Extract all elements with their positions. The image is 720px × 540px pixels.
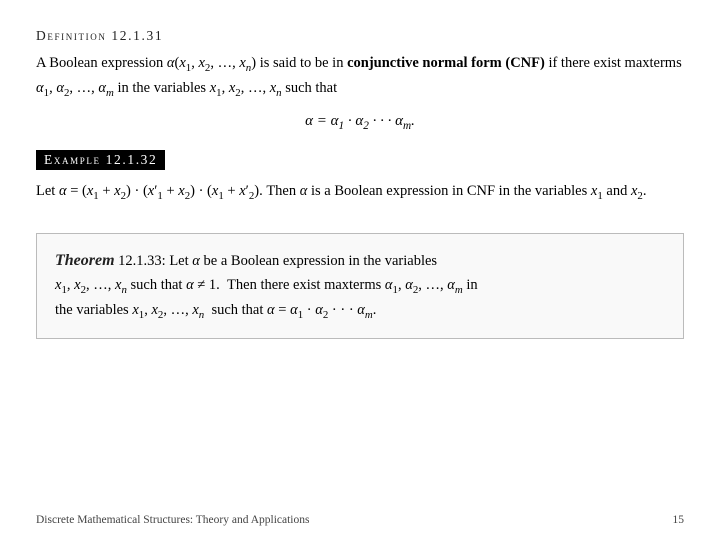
example-body: Let α = (x1 + x2) · (x′1 + x2) · (x1 + x… [36, 180, 684, 205]
theorem-section: Theorem 12.1.33: Let α be a Boolean expr… [36, 233, 684, 339]
definition-formula: α = α1 · α2 · · · αm. [36, 113, 684, 132]
definition-section: Definition 12.1.31 A Boolean expression … [36, 28, 684, 132]
cnf-abbrev: (CNF) [505, 55, 544, 71]
footer-left: Discrete Mathematical Structures: Theory… [36, 514, 309, 526]
page: Definition 12.1.31 A Boolean expression … [0, 0, 720, 540]
footer: Discrete Mathematical Structures: Theory… [36, 514, 684, 526]
example-section: Example 12.1.32 Let α = (x1 + x2) · (x′1… [36, 150, 684, 205]
definition-body: A Boolean expression α(x1, x2, …, xn) is… [36, 52, 684, 101]
theorem-line2: x1, x2, …, xn such that α ≠ 1. Then ther… [55, 277, 478, 293]
footer-right: 15 [673, 514, 685, 526]
theorem-word: Theorem [55, 252, 115, 269]
example-title: Example 12.1.32 [36, 150, 165, 170]
theorem-intro: Let α be a Boolean expression in the var… [169, 253, 437, 269]
example-title-text: Example 12.1.32 [44, 152, 157, 167]
cnf-bold-phrase: conjunctive normal form [347, 55, 502, 71]
theorem-number: 12.1.33: [118, 253, 166, 269]
definition-title: Definition 12.1.31 [36, 28, 684, 44]
theorem-line3: the variables x1, x2, …, xn such that α … [55, 302, 376, 318]
example-title-wrapper: Example 12.1.32 [36, 150, 684, 180]
